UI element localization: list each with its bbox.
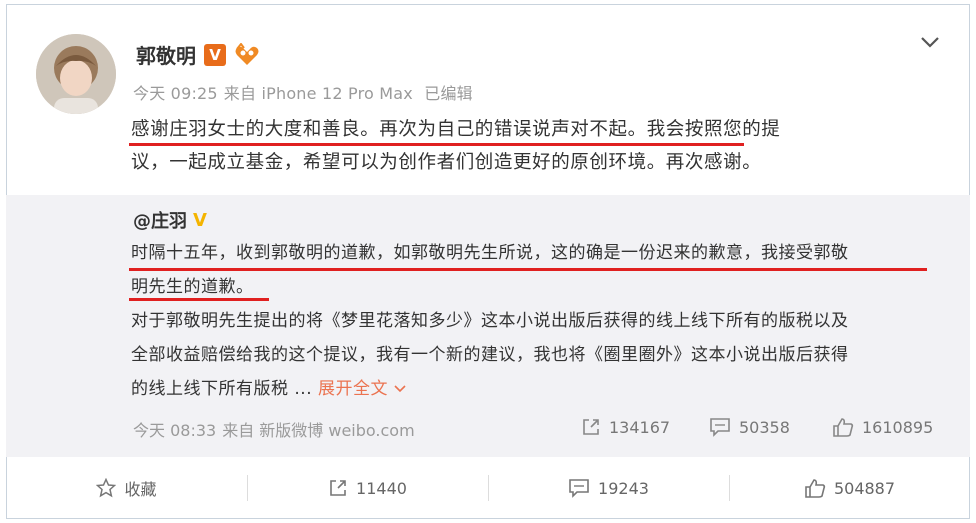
expand-full-text-link[interactable]: 展开全文 (318, 379, 406, 399)
red-underline (129, 143, 744, 146)
post-meta: 今天 09:25 来自 iPhone 12 Pro Max 已编辑 (133, 80, 479, 104)
repost-line: 的线上线下所有版税 ... (131, 379, 313, 399)
like-button[interactable]: 504887 (729, 457, 970, 519)
repost-like-action[interactable]: 1610895 (832, 417, 933, 437)
repost-meta: 今天 08:33 来自 新版微博 weibo.com (133, 417, 421, 441)
repost-line: 时隔十五年，收到郭敬明的道歉，如郭敬明先生所说，这的确是一份迟来的歉意，我接受郭… (131, 243, 849, 263)
repost-repost-action[interactable]: 134167 (581, 417, 670, 437)
edited-label[interactable]: 已编辑 (424, 84, 473, 103)
post-content-line: 议，一起成立基金，希望可以为创作者们创造更好的原创环境。再次感谢。 (131, 152, 762, 173)
action-bar: 收藏 11440 19243 504887 (6, 457, 970, 519)
star-icon (96, 478, 117, 498)
comment-icon (568, 478, 590, 498)
avatar[interactable] (36, 34, 116, 114)
repost-line-last: 的线上线下所有版税 ... 展开全文 (131, 372, 931, 406)
like-icon (804, 478, 826, 498)
repost-source: 来自 新版微博 weibo.com (222, 421, 415, 440)
verified-icon: V (204, 43, 226, 66)
repost-line: 对于郭敬明先生提出的将《梦里花落知多少》这本小说出版后获得的线上线下所有的版税以… (131, 311, 849, 331)
red-underline (129, 268, 927, 271)
repost-line: 全部收益赔偿给我的这个提议，我有一个新的建议，我也将《圈里圈外》这本小说出版后获… (131, 345, 849, 365)
repost-author[interactable]: @庄羽 (133, 207, 187, 233)
more-options-chevron-icon[interactable] (918, 30, 942, 54)
like-count: 504887 (833, 478, 896, 498)
repost-timestamp[interactable]: 今天 08:33 (133, 421, 216, 440)
repost-comment-action[interactable]: 50358 (709, 417, 790, 437)
comment-icon (709, 417, 731, 437)
repost-icon (581, 417, 601, 437)
fan-badge-icon (234, 42, 260, 67)
like-icon (832, 417, 854, 437)
repost-like-count: 1610895 (862, 417, 934, 437)
favorite-button[interactable]: 收藏 (6, 457, 247, 519)
repost-count: 11440 (356, 478, 407, 498)
post-content: 感谢庄羽女士的大度和善良。再次为自己的错误说声对不起。我会按照您的提 议，一起成… (131, 113, 911, 179)
comment-count: 19243 (598, 478, 649, 498)
red-underline (129, 298, 269, 301)
post-header: 郭敬明 V (136, 40, 260, 69)
post-content-line: 感谢庄羽女士的大度和善良。再次为自己的错误说声对不起。我会按照您的提 (131, 119, 781, 140)
repost-button[interactable]: 11440 (247, 457, 488, 519)
repost-icon (328, 478, 348, 498)
repost-comment-count: 50358 (739, 417, 790, 437)
username[interactable]: 郭敬明 (136, 40, 196, 69)
repost-repost-count: 134167 (609, 417, 671, 437)
gold-verified-icon: V (193, 209, 207, 231)
expand-label: 展开全文 (318, 379, 389, 399)
chevron-down-icon (394, 385, 406, 393)
comment-button[interactable]: 19243 (488, 457, 729, 519)
favorite-label: 收藏 (124, 480, 157, 499)
post-source: 来自 iPhone 12 Pro Max (223, 84, 413, 103)
repost-content: 时隔十五年，收到郭敬明的道歉，如郭敬明先生所说，这的确是一份迟来的歉意，我接受郭… (131, 236, 931, 406)
post-timestamp[interactable]: 今天 09:25 (133, 84, 218, 103)
repost-author-row: @庄羽 V (133, 207, 207, 233)
